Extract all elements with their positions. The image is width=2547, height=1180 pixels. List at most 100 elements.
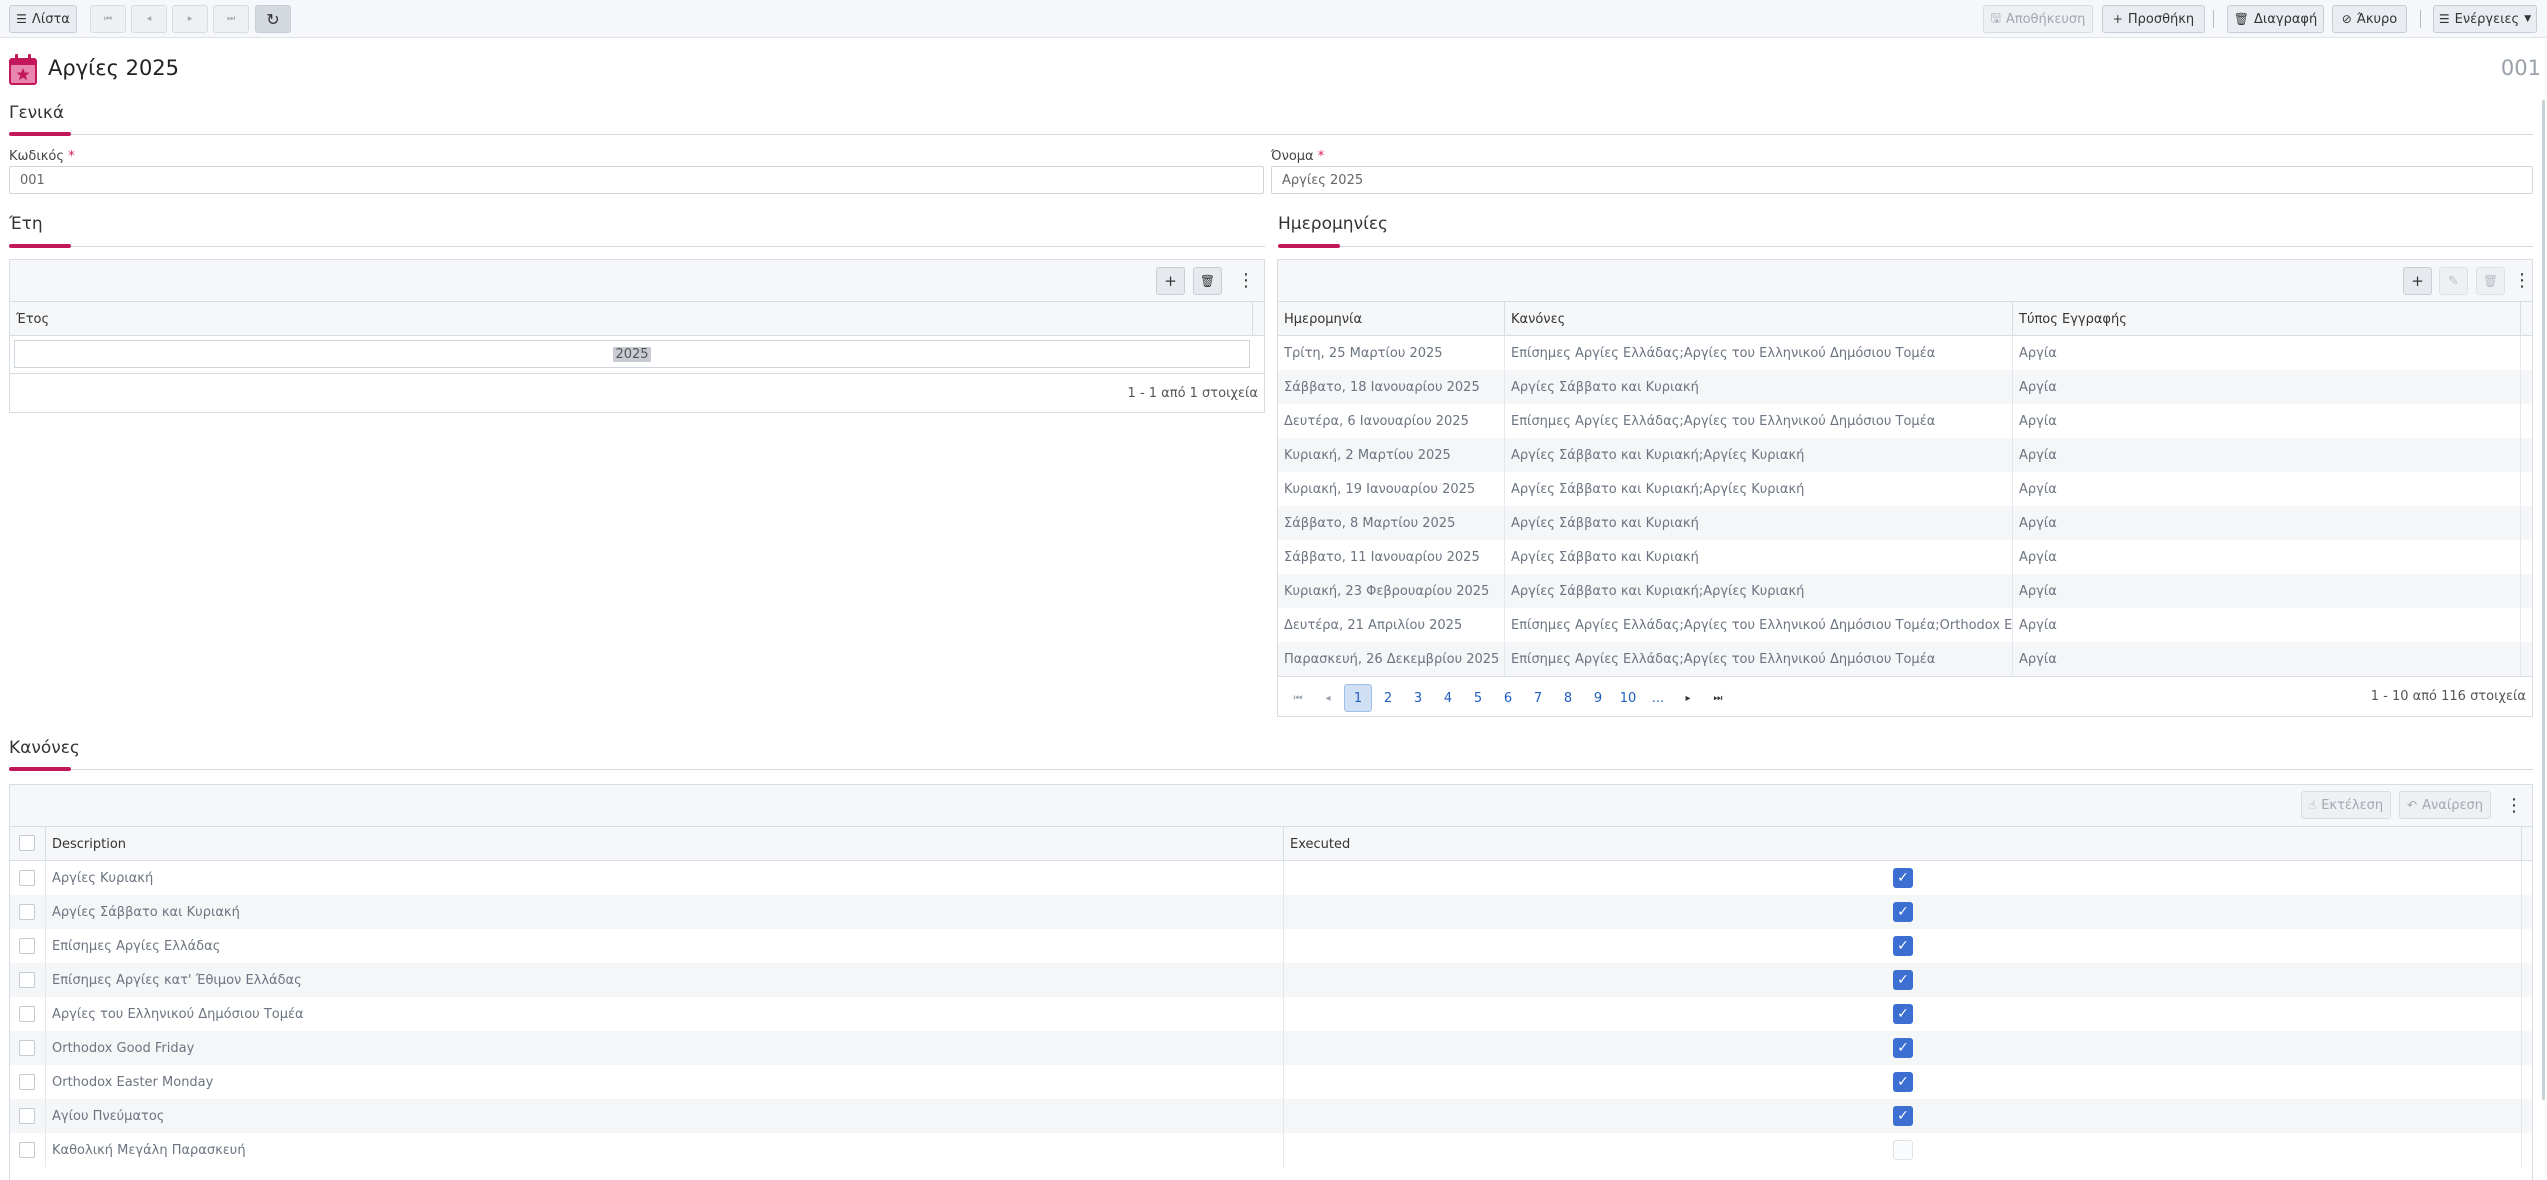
pager-next-icon[interactable]: ▸: [1674, 684, 1702, 712]
undo-button[interactable]: ↶ Αναίρεση: [2399, 791, 2491, 819]
pager-page-2[interactable]: 2: [1374, 684, 1402, 712]
row-select-checkbox[interactable]: [19, 972, 35, 988]
table-row[interactable]: Κυριακή, 19 Ιανουαρίου 2025 Αργίες Σάββα…: [1278, 472, 2532, 506]
dates-grid-pager: ⏮ ◂ 1 2 3 4 5 6 7 8 9 10 ... ▸ ⏭ 1 - 10 …: [1278, 676, 2532, 716]
pager-page-8[interactable]: 8: [1554, 684, 1582, 712]
table-row[interactable]: Επίσημες Αργίες Ελλάδας ✓: [10, 929, 2532, 963]
required-mark: *: [1317, 149, 1325, 164]
executed-cell: ✓: [1284, 997, 2522, 1031]
first-record-button[interactable]: ⏮: [90, 5, 126, 33]
pager-page-1[interactable]: 1: [1344, 684, 1372, 712]
pager-first-icon[interactable]: ⏮: [1284, 684, 1312, 712]
checked-checkbox-icon: ✓: [1893, 1072, 1913, 1092]
column-header-year[interactable]: Έτος: [10, 302, 1253, 336]
cancel-button[interactable]: ⊘ Άκυρο: [2332, 5, 2407, 33]
pager-page-9[interactable]: 9: [1584, 684, 1612, 712]
executed-cell: [1284, 1133, 2522, 1167]
row-select-checkbox[interactable]: [19, 904, 35, 920]
pager-page-10[interactable]: 10: [1614, 684, 1642, 712]
table-row[interactable]: Σάββατο, 18 Ιανουαρίου 2025 Αργίες Σάββα…: [1278, 370, 2532, 404]
column-header-entry-type[interactable]: Τύπος Εγγραφής: [2013, 302, 2521, 336]
table-row[interactable]: Αργίες Σάββατο και Κυριακή ✓: [10, 895, 2532, 929]
date-cell: Δευτέρα, 21 Απριλίου 2025: [1278, 608, 1505, 642]
more-options-icon[interactable]: ⋮: [2513, 270, 2531, 291]
date-cell: Σάββατο, 11 Ιανουαρίου 2025: [1278, 540, 1505, 574]
list-button[interactable]: ☰ Λίστα: [9, 5, 77, 33]
section-divider: [9, 246, 1265, 247]
more-options-icon[interactable]: ⋮: [1237, 270, 1255, 291]
first-icon: ⏮: [103, 14, 113, 24]
date-cell: Κυριακή, 2 Μαρτίου 2025: [1278, 438, 1505, 472]
last-record-button[interactable]: ⏭: [213, 5, 249, 33]
table-row[interactable]: Αγίου Πνεύματος ✓: [10, 1099, 2532, 1133]
table-row[interactable]: Αργίες του Ελληνικού Δημόσιου Τομέα ✓: [10, 997, 2532, 1031]
row-select-checkbox[interactable]: [19, 938, 35, 954]
actions-dropdown[interactable]: ☰ Ενέργειες ▼: [2433, 5, 2537, 33]
select-all-cell: [10, 827, 46, 861]
row-select-cell: [10, 895, 46, 929]
row-select-cell: [10, 1031, 46, 1065]
page-scrollbar[interactable]: [2542, 100, 2545, 1100]
table-row[interactable]: Κυριακή, 23 Φεβρουαρίου 2025 Αργίες Σάββ…: [1278, 574, 2532, 608]
table-row[interactable]: Δευτέρα, 21 Απριλίου 2025 Επίσημες Αργίε…: [1278, 608, 2532, 642]
next-record-button[interactable]: ▸: [172, 5, 208, 33]
table-row[interactable]: Αργίες Κυριακή ✓: [10, 861, 2532, 895]
table-row[interactable]: Σάββατο, 8 Μαρτίου 2025 Αργίες Σάββατο κ…: [1278, 506, 2532, 540]
pager-page-4[interactable]: 4: [1434, 684, 1462, 712]
table-row[interactable]: Επίσημες Αργίες κατ' Έθιμον Ελλάδας ✓: [10, 963, 2532, 997]
row-select-cell: [10, 1065, 46, 1099]
add-date-button[interactable]: +: [2403, 267, 2432, 295]
dates-grid-toolbar: + ✎ 🗑 ⋮: [1278, 260, 2532, 302]
row-select-checkbox[interactable]: [19, 1142, 35, 1158]
table-row[interactable]: Κυριακή, 2 Μαρτίου 2025 Αργίες Σάββατο κ…: [1278, 438, 2532, 472]
table-row[interactable]: Orthodox Easter Monday ✓: [10, 1065, 2532, 1099]
years-grid-toolbar: + 🗑 ⋮: [10, 260, 1264, 302]
more-options-icon[interactable]: ⋮: [2505, 795, 2523, 816]
pager-page-3[interactable]: 3: [1404, 684, 1432, 712]
row-select-checkbox[interactable]: [19, 1074, 35, 1090]
add-button[interactable]: + Προσθήκη: [2102, 5, 2205, 33]
table-row[interactable]: Παρασκευή, 26 Δεκεμβρίου 2025 Επίσημες Α…: [1278, 642, 2532, 676]
add-year-button[interactable]: +: [1156, 267, 1185, 295]
code-input[interactable]: 001: [9, 166, 1264, 194]
description-cell: Αγίου Πνεύματος: [46, 1099, 1284, 1133]
delete-date-button[interactable]: 🗑: [2476, 267, 2505, 295]
save-icon: 🖫: [1990, 10, 2001, 25]
pager-previous-icon[interactable]: ◂: [1314, 684, 1342, 712]
rules-grid-toolbar: ☝ Εκτέλεση ↶ Αναίρεση ⋮: [10, 785, 2532, 827]
edit-date-button[interactable]: ✎: [2439, 267, 2468, 295]
year-cell: 2025: [613, 346, 651, 362]
trash-icon: 🗑: [2233, 12, 2250, 26]
row-select-checkbox[interactable]: [19, 1108, 35, 1124]
table-row[interactable]: Καθολική Μεγάλη Παρασκευή: [10, 1133, 2532, 1167]
table-row[interactable]: Δευτέρα, 6 Ιανουαρίου 2025 Επίσημες Αργί…: [1278, 404, 2532, 438]
year-row-editor[interactable]: 2025: [14, 340, 1250, 368]
pager-more-pages[interactable]: ...: [1644, 684, 1672, 712]
execute-button[interactable]: ☝ Εκτέλεση: [2301, 791, 2391, 819]
column-header-description[interactable]: Description: [46, 827, 1284, 861]
name-input[interactable]: Αργίες 2025: [1271, 166, 2533, 194]
table-row[interactable]: Orthodox Good Friday ✓: [10, 1031, 2532, 1065]
delete-year-button[interactable]: 🗑: [1193, 267, 1222, 295]
pager-last-icon[interactable]: ⏭: [1704, 684, 1732, 712]
delete-button[interactable]: 🗑 Διαγραφή: [2227, 5, 2324, 33]
pager-page-5[interactable]: 5: [1464, 684, 1492, 712]
row-select-checkbox[interactable]: [19, 870, 35, 886]
section-rules-title: Κανόνες: [9, 738, 80, 758]
refresh-icon: ↻: [266, 9, 280, 29]
column-header-date[interactable]: Ημερομηνία: [1278, 302, 1505, 336]
column-header-executed[interactable]: Executed: [1284, 827, 2522, 861]
select-all-checkbox[interactable]: [19, 835, 35, 851]
pager-page-6[interactable]: 6: [1494, 684, 1522, 712]
pager-page-7[interactable]: 7: [1524, 684, 1552, 712]
previous-record-button[interactable]: ◂: [131, 5, 167, 33]
name-field-label: Όνομα *: [1271, 149, 1325, 164]
table-row[interactable]: Σάββατο, 11 Ιανουαρίου 2025 Αργίες Σάββα…: [1278, 540, 2532, 574]
table-row[interactable]: Τρίτη, 25 Μαρτίου 2025 Επίσημες Αργίες Ε…: [1278, 336, 2532, 370]
row-select-checkbox[interactable]: [19, 1006, 35, 1022]
row-select-checkbox[interactable]: [19, 1040, 35, 1056]
column-header-rules[interactable]: Κανόνες: [1505, 302, 2013, 336]
refresh-button[interactable]: ↻: [255, 5, 291, 33]
rules-cell: Επίσημες Αργίες Ελλάδας;Αργίες του Ελλην…: [1505, 404, 2013, 438]
save-button[interactable]: 🖫 Αποθήκευση: [1983, 5, 2093, 33]
